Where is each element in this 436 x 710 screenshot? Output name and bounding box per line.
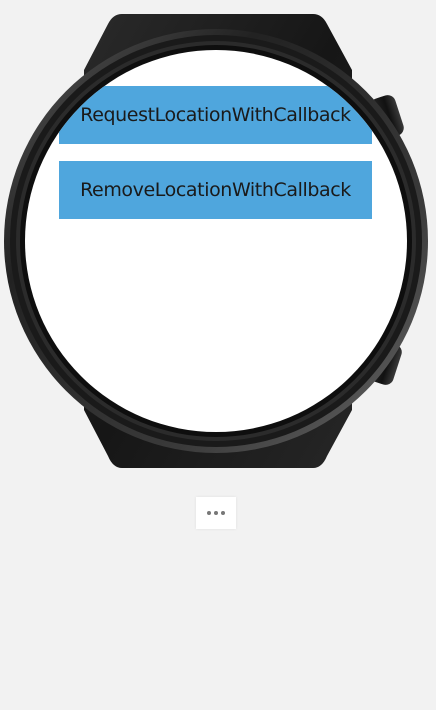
remove-location-with-callback-button[interactable]: RemoveLocationWithCallback <box>59 161 372 219</box>
watch-screen: RequestLocationWithCallback RemoveLocati… <box>25 50 407 432</box>
emulator-stage: RequestLocationWithCallback RemoveLocati… <box>0 0 436 710</box>
request-location-with-callback-button[interactable]: RequestLocationWithCallback <box>59 86 372 144</box>
more-options-button[interactable] <box>196 497 236 529</box>
more-horizontal-icon <box>207 511 225 515</box>
more-dot <box>221 511 225 515</box>
more-dot <box>207 511 211 515</box>
more-dot <box>214 511 218 515</box>
